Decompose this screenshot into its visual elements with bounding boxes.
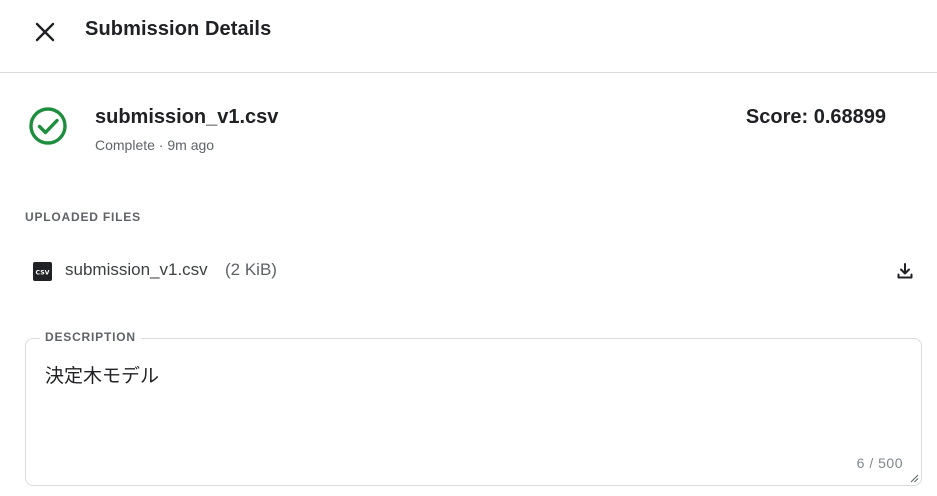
- submission-score: Score: 0.68899: [745, 106, 886, 128]
- download-button[interactable]: [892, 258, 918, 284]
- description-label: DESCRIPTION: [40, 330, 141, 344]
- submission-status: Complete · 9m ago: [95, 137, 215, 153]
- submission-file-name: submission_v1.csv: [95, 106, 279, 128]
- description-text[interactable]: 決定木モデル: [45, 361, 159, 388]
- uploaded-file-size: (2 KiB): [225, 260, 277, 279]
- uploaded-file-row: CSV submission_v1.csv (2 KiB): [25, 252, 920, 288]
- download-icon[interactable]: [896, 262, 914, 280]
- dialog-title: Submission Details: [85, 18, 272, 40]
- uploaded-file-name: submission_v1.csv: [65, 260, 208, 279]
- close-button[interactable]: [28, 15, 62, 49]
- check-circle-icon: [29, 107, 67, 145]
- character-counter: 6 / 500: [856, 455, 903, 471]
- description-field[interactable]: DESCRIPTION 決定木モデル 6 / 500: [25, 330, 922, 486]
- resize-handle-icon[interactable]: [909, 473, 919, 483]
- dialog-header: Submission Details: [0, 0, 937, 73]
- close-icon[interactable]: [35, 22, 55, 42]
- uploaded-files-label: UPLOADED FILES: [25, 210, 141, 224]
- csv-file-icon: CSV: [33, 262, 52, 281]
- svg-text:CSV: CSV: [36, 270, 50, 277]
